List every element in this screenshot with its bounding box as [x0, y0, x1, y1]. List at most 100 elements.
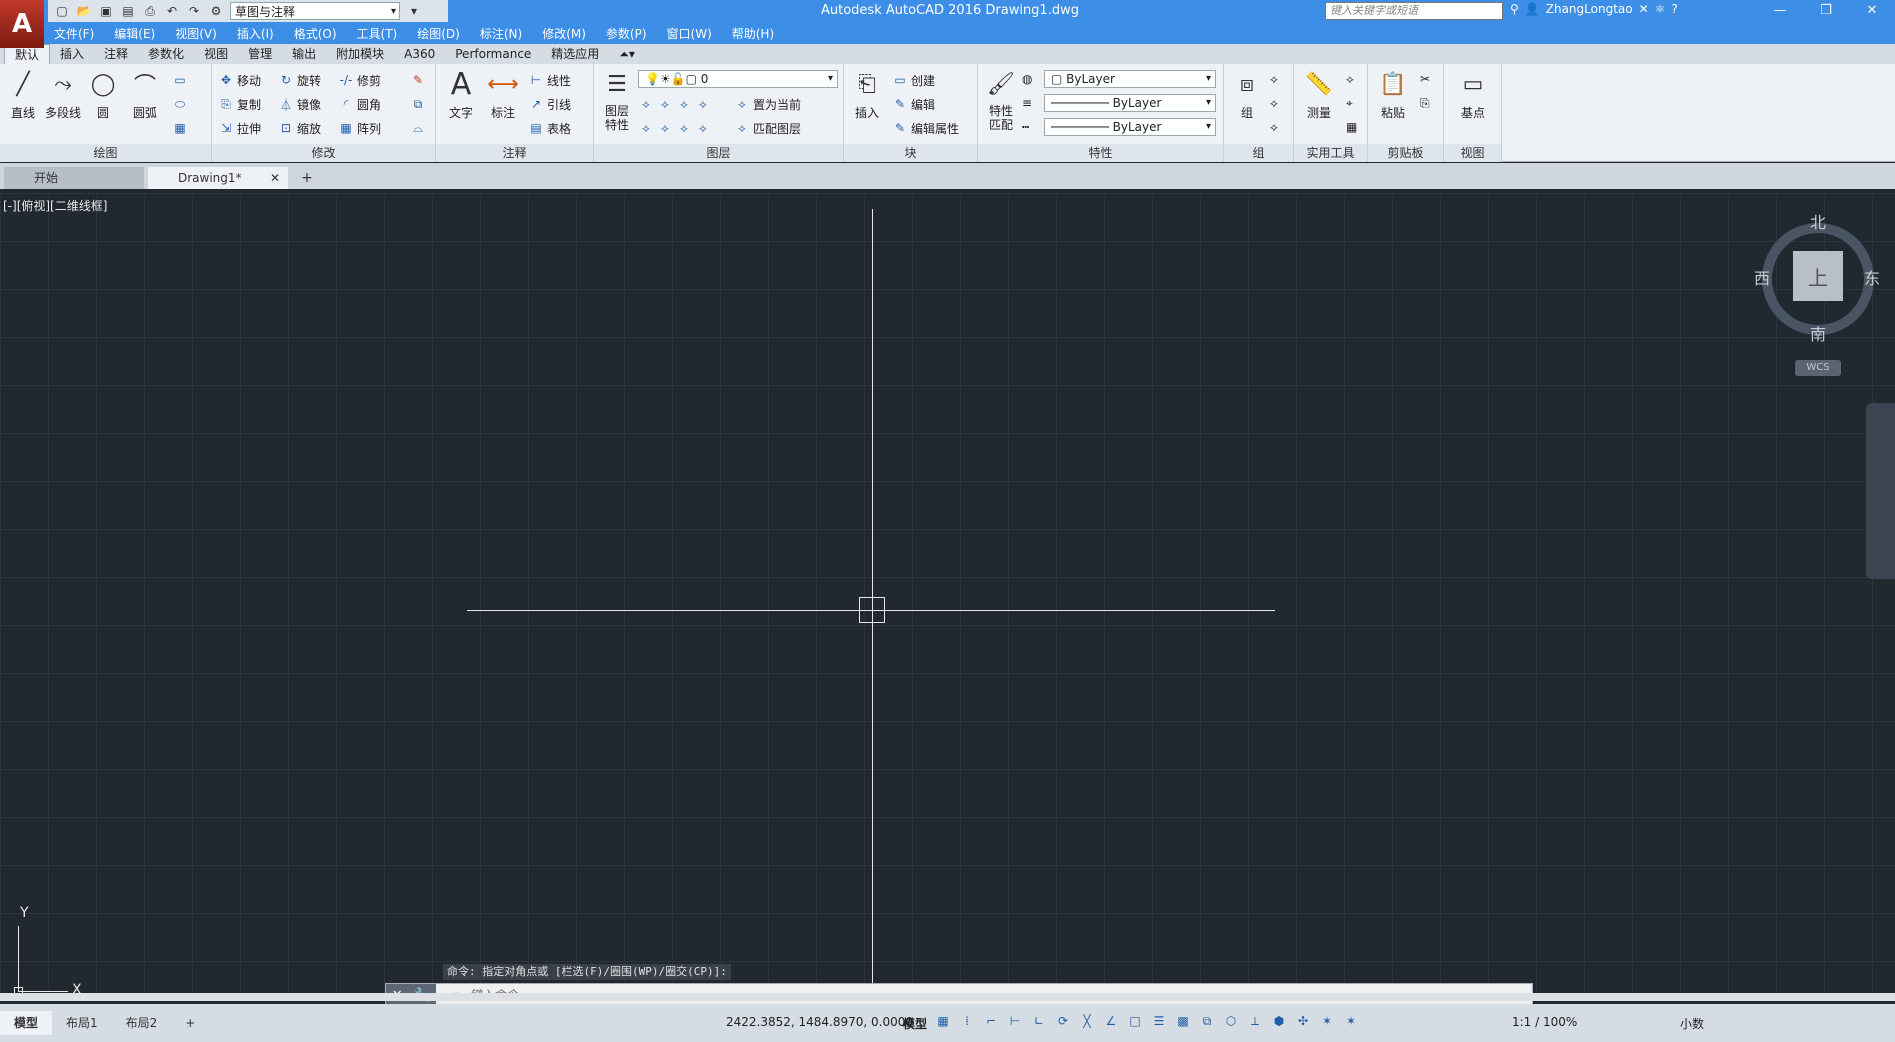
layout-tab-layout1[interactable]: 布局1 [52, 1011, 112, 1035]
annotation-visibility-icon[interactable]: ✶ [1319, 1013, 1335, 1029]
new-file-icon[interactable]: ▢ [54, 3, 70, 19]
save-icon[interactable]: ▣ [98, 3, 114, 19]
ribbon-minimize-icon[interactable]: ⏶▾ [609, 44, 645, 64]
offset-button[interactable]: ⌓ [410, 118, 426, 138]
menu-window[interactable]: 窗口(W) [667, 25, 712, 42]
polar-icon[interactable]: ⟳ [1055, 1013, 1071, 1029]
viewport-controls-label[interactable]: [-][俯视][二维线框] [3, 197, 107, 214]
infer-constraints-icon[interactable]: ⌐ [983, 1013, 999, 1029]
object-snap-tracking-icon[interactable]: ∠ [1103, 1013, 1119, 1029]
color-select[interactable]: ▢ ByLayer [1044, 70, 1216, 88]
clipboard-panel-title[interactable]: 剪贴板 [1368, 144, 1443, 162]
print-icon[interactable]: ⎙ [142, 3, 158, 19]
ortho-icon[interactable]: ∟ [1031, 1013, 1047, 1029]
snap-icon[interactable]: ⁞ [959, 1013, 975, 1029]
cut-icon[interactable]: ✂ [1420, 72, 1430, 86]
move-button[interactable]: ✥ 移动 [218, 70, 261, 90]
modify-panel-title[interactable]: 修改 [212, 144, 435, 162]
auto-scale-icon[interactable]: ✶ [1343, 1013, 1359, 1029]
arc-tool[interactable]: ⌒ 圆弧 [124, 68, 166, 121]
workspace-gear-icon[interactable]: ⚙ [208, 3, 224, 19]
explode-button[interactable]: ⧉ [410, 94, 426, 114]
compass-east[interactable]: 东 [1864, 265, 1880, 289]
quick-select-icon[interactable]: ⟡ [1346, 72, 1354, 87]
layer-tools-row1[interactable]: ⟡ ⟡ ⟡ ⟡ [638, 94, 711, 114]
layer-properties-tool[interactable]: ☰ 图层 特性 [596, 68, 638, 133]
search-input[interactable]: 键入关键字或短语 [1325, 2, 1503, 20]
menu-insert[interactable]: 插入(I) [237, 25, 274, 42]
open-file-icon[interactable]: 📂 [76, 3, 92, 19]
lineweight-select[interactable]: ──────── ByLayer [1044, 118, 1216, 136]
stretch-button[interactable]: ⇲ 拉伸 [218, 118, 261, 138]
a360-icon[interactable]: ⚛ [1655, 2, 1666, 16]
tab-start[interactable]: 开始 [4, 167, 144, 189]
drawing-canvas[interactable]: [-][俯视][二维线框] 上 北 南 东 西 WCS Y X [0, 193, 1895, 998]
rectangle-tool[interactable]: ▭ [172, 70, 188, 90]
save-as-icon[interactable]: ▤ [120, 3, 136, 19]
application-menu-button[interactable]: A [0, 0, 44, 48]
group-selection-icon[interactable]: ⟡ [1270, 120, 1278, 135]
properties-panel-title[interactable]: 特性 [978, 144, 1223, 162]
close-icon[interactable]: ✕ [1849, 0, 1895, 22]
add-layout-plus-icon[interactable]: + [171, 1011, 209, 1035]
trim-button[interactable]: -/- 修剪 [338, 70, 381, 90]
utilities-panel-title[interactable]: 实用工具 [1294, 144, 1367, 162]
layout-tab-layout2[interactable]: 布局2 [112, 1011, 172, 1035]
polyline-tool[interactable]: ⤳ 多段线 [42, 68, 84, 121]
lineweight-display-icon[interactable]: ☰ [1151, 1013, 1167, 1029]
tab-view[interactable]: 视图 [194, 44, 238, 64]
table-button[interactable]: ▤ 表格 [528, 118, 571, 138]
edit-attributes-button[interactable]: ✎ 编辑属性 [892, 118, 959, 138]
navigation-bar[interactable] [1866, 403, 1895, 579]
base-view-tool[interactable]: ▭ 基点 [1452, 68, 1494, 121]
redo-icon[interactable]: ↷ [186, 3, 202, 19]
tab-annotate[interactable]: 注释 [94, 44, 138, 64]
horizontal-scrollbar[interactable] [0, 993, 1895, 1001]
dynamic-input-icon[interactable]: ⊢ [1007, 1013, 1023, 1029]
insert-block-tool[interactable]: ⎗ 插入 [846, 68, 888, 121]
edit-block-button[interactable]: ✎ 编辑 [892, 94, 935, 114]
user-name[interactable]: ZhangLongtao [1546, 2, 1633, 16]
match-properties-tool[interactable]: 🖌 特性 匹配 [980, 68, 1022, 133]
minimize-icon[interactable]: — [1757, 0, 1803, 22]
tab-manage[interactable]: 管理 [238, 44, 282, 64]
create-block-button[interactable]: ▭ 创建 [892, 70, 935, 90]
object-snap-icon[interactable]: □ [1127, 1013, 1143, 1029]
grid-icon[interactable]: ▦ [935, 1013, 951, 1029]
linetype-icon[interactable]: ┅ [1022, 120, 1029, 134]
paste-tool[interactable]: 📋 粘贴 [1372, 68, 1414, 121]
tab-insert[interactable]: 插入 [50, 44, 94, 64]
binoculars-icon[interactable]: ⚲ [1510, 2, 1519, 16]
group-edit-icon[interactable]: ⟡ [1270, 96, 1278, 111]
undo-icon[interactable]: ↶ [164, 3, 180, 19]
text-tool[interactable]: A 文字 [440, 67, 482, 121]
menu-dimension[interactable]: 标注(N) [480, 25, 522, 42]
selection-cycling-icon[interactable]: ⧉ [1199, 1013, 1215, 1029]
layers-panel-title[interactable]: 图层 [594, 144, 843, 162]
cursor-coordinates[interactable]: 2422.3852, 1484.8970, 0.0000 [726, 1015, 913, 1029]
ungroup-icon[interactable]: ⟡ [1270, 72, 1278, 87]
line-tool[interactable]: ╱ 直线 [2, 68, 44, 121]
circle-tool[interactable]: ◯ 圆 [82, 68, 124, 121]
view-panel-title[interactable]: 视图 [1444, 144, 1501, 162]
lineweight-icon[interactable]: ≡ [1022, 96, 1032, 110]
menu-edit[interactable]: 编辑(E) [114, 25, 155, 42]
qat-customize-icon[interactable]: ▾ [406, 3, 422, 19]
menu-view[interactable]: 视图(V) [175, 25, 217, 42]
menu-modify[interactable]: 修改(M) [542, 25, 586, 42]
mirror-button[interactable]: ⏃ 镜像 [278, 94, 321, 114]
3d-osnap-icon[interactable]: ⬡ [1223, 1013, 1239, 1029]
compass-north[interactable]: 北 [1810, 209, 1826, 233]
tab-featured-apps[interactable]: 精选应用 [541, 44, 609, 64]
units-select[interactable]: 小数 [1680, 1015, 1704, 1032]
point-icon[interactable]: ⌖ [1346, 96, 1353, 111]
workspace-select[interactable]: 草图与注释 [230, 2, 400, 20]
array-button[interactable]: ▦ 阵列 [338, 118, 381, 138]
menu-tools[interactable]: 工具(T) [357, 25, 398, 42]
viewcube-top-face[interactable]: 上 [1793, 251, 1843, 301]
wcs-menu-button[interactable]: WCS [1795, 360, 1841, 376]
close-tab-icon[interactable]: ✕ [270, 167, 280, 189]
exchange-icon[interactable]: ✕ [1639, 2, 1649, 16]
menu-help[interactable]: 帮助(H) [732, 25, 774, 42]
compass-west[interactable]: 西 [1754, 265, 1770, 289]
